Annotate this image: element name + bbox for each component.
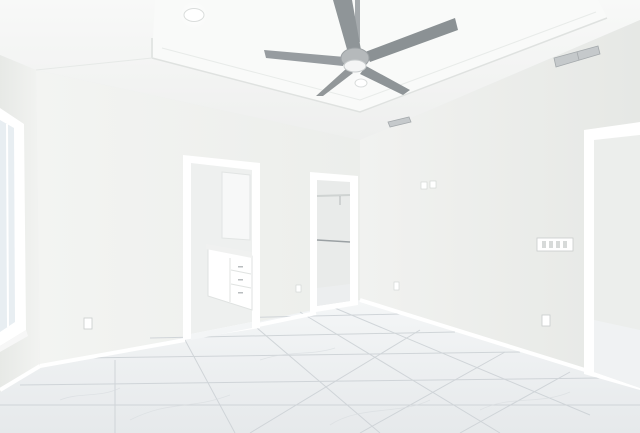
- outlet: [83, 317, 93, 330]
- thermostat: [420, 181, 428, 190]
- room-illustration: [0, 0, 640, 433]
- outlet: [393, 281, 400, 291]
- thermostat: [429, 180, 437, 189]
- bathroom-doorway: [183, 155, 260, 340]
- closet-doorway: [310, 172, 358, 313]
- window: [0, 108, 28, 352]
- recessed-light: [180, 1, 208, 29]
- bathroom-mirror: [221, 171, 251, 241]
- outlet: [295, 284, 302, 293]
- outlet: [541, 314, 551, 327]
- hallway-doorway: [584, 122, 640, 390]
- fan-light: [343, 59, 367, 73]
- room-photo: [0, 0, 640, 433]
- closet-shelf: [316, 194, 351, 197]
